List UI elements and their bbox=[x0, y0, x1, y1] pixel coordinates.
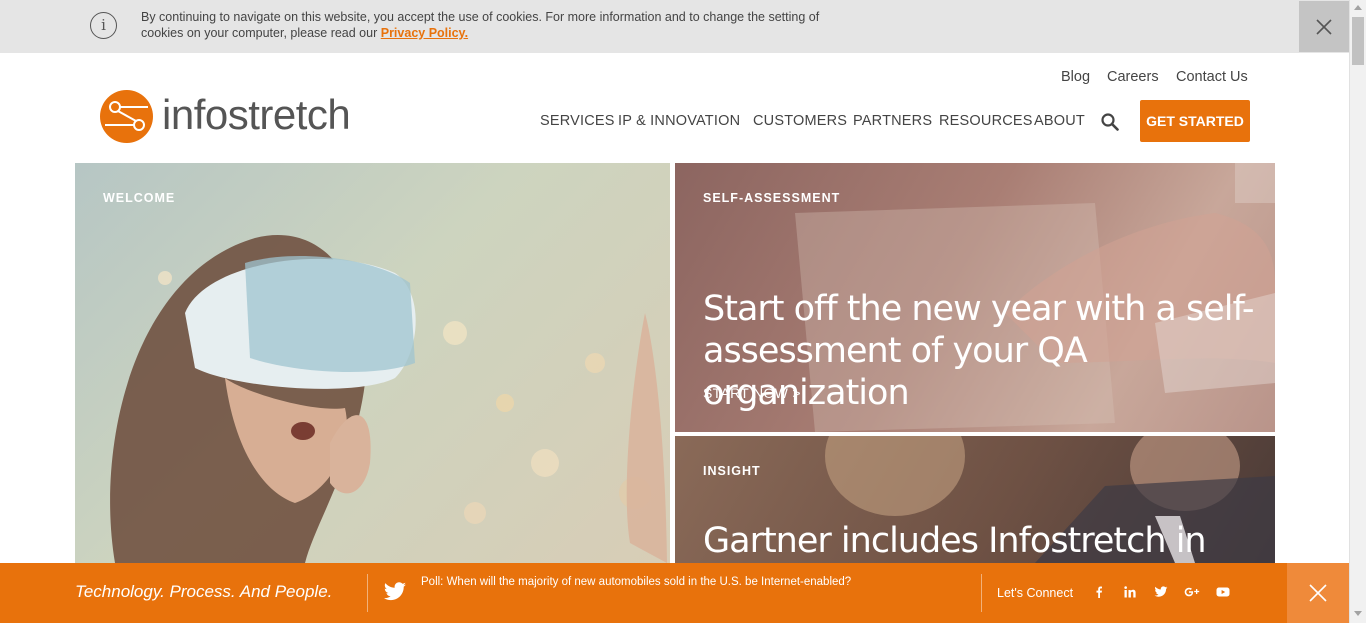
cookie-message: By continuing to navigate on this websit… bbox=[141, 9, 861, 41]
self-assessment-tile[interactable]: SELF-ASSESSMENT Start off the new year w… bbox=[675, 163, 1275, 432]
privacy-policy-link[interactable]: Privacy Policy. bbox=[381, 26, 468, 40]
contact-us-link[interactable]: Contact Us bbox=[1176, 69, 1248, 85]
close-icon bbox=[1309, 584, 1327, 602]
blog-link[interactable]: Blog bbox=[1061, 69, 1090, 85]
google-plus-icon[interactable] bbox=[1184, 585, 1200, 599]
scroll-down-icon[interactable] bbox=[1354, 611, 1362, 616]
nav-partners[interactable]: PARTNERS bbox=[853, 113, 932, 129]
insight-headline[interactable]: Gartner includes Infostretch in bbox=[703, 520, 1263, 562]
welcome-kicker: WELCOME bbox=[103, 191, 176, 205]
logo[interactable]: infostretch bbox=[100, 90, 380, 146]
facebook-icon[interactable] bbox=[1092, 585, 1106, 599]
nav-ip-innovation[interactable]: IP & INNOVATION bbox=[618, 113, 740, 129]
footer-divider bbox=[981, 574, 982, 612]
linkedin-icon[interactable] bbox=[1123, 585, 1137, 599]
nav-about[interactable]: ABOUT bbox=[1034, 113, 1085, 129]
nav-services[interactable]: SERVICES bbox=[540, 113, 615, 129]
scroll-up-icon[interactable] bbox=[1354, 5, 1362, 10]
welcome-tile[interactable]: WELCOME bbox=[75, 163, 670, 563]
info-icon: i bbox=[90, 12, 117, 39]
careers-link[interactable]: Careers bbox=[1107, 69, 1159, 85]
footer-tagline: Technology. Process. And People. bbox=[75, 582, 333, 601]
insight-kicker: INSIGHT bbox=[703, 464, 761, 478]
insight-tile[interactable]: INSIGHT Gartner includes Infostretch in bbox=[675, 436, 1275, 563]
get-started-button[interactable]: GET STARTED bbox=[1140, 100, 1250, 142]
hero-image bbox=[110, 235, 667, 563]
scrollbar-thumb[interactable] bbox=[1352, 17, 1364, 65]
footer-divider bbox=[367, 574, 368, 612]
logo-mark-icon bbox=[100, 90, 153, 143]
lets-connect-label: Let's Connect bbox=[997, 586, 1074, 600]
twitter-social-icon[interactable] bbox=[1154, 585, 1168, 599]
footer-bar: Technology. Process. And People. Poll: W… bbox=[0, 563, 1349, 623]
start-now-link[interactable]: START NOW > bbox=[703, 385, 801, 401]
cookie-banner: i By continuing to navigate on this webs… bbox=[0, 0, 1349, 53]
twitter-icon bbox=[383, 581, 407, 603]
nav-resources[interactable]: RESOURCES bbox=[939, 113, 1033, 129]
cookie-close-button[interactable] bbox=[1299, 1, 1349, 52]
self-assessment-kicker: SELF-ASSESSMENT bbox=[703, 191, 841, 205]
page: i By continuing to navigate on this webs… bbox=[0, 0, 1366, 623]
footer-close-button[interactable] bbox=[1287, 563, 1349, 623]
cookie-message-text: By continuing to navigate on this websit… bbox=[141, 10, 820, 40]
scrollbar[interactable] bbox=[1349, 0, 1366, 623]
close-icon bbox=[1316, 19, 1332, 35]
nav-customers[interactable]: CUSTOMERS bbox=[753, 113, 847, 129]
search-icon[interactable] bbox=[1101, 113, 1119, 131]
poll-text[interactable]: Poll: When will the majority of new auto… bbox=[421, 576, 851, 588]
logo-wordmark: infostretch bbox=[162, 91, 351, 138]
youtube-icon[interactable] bbox=[1216, 585, 1230, 599]
